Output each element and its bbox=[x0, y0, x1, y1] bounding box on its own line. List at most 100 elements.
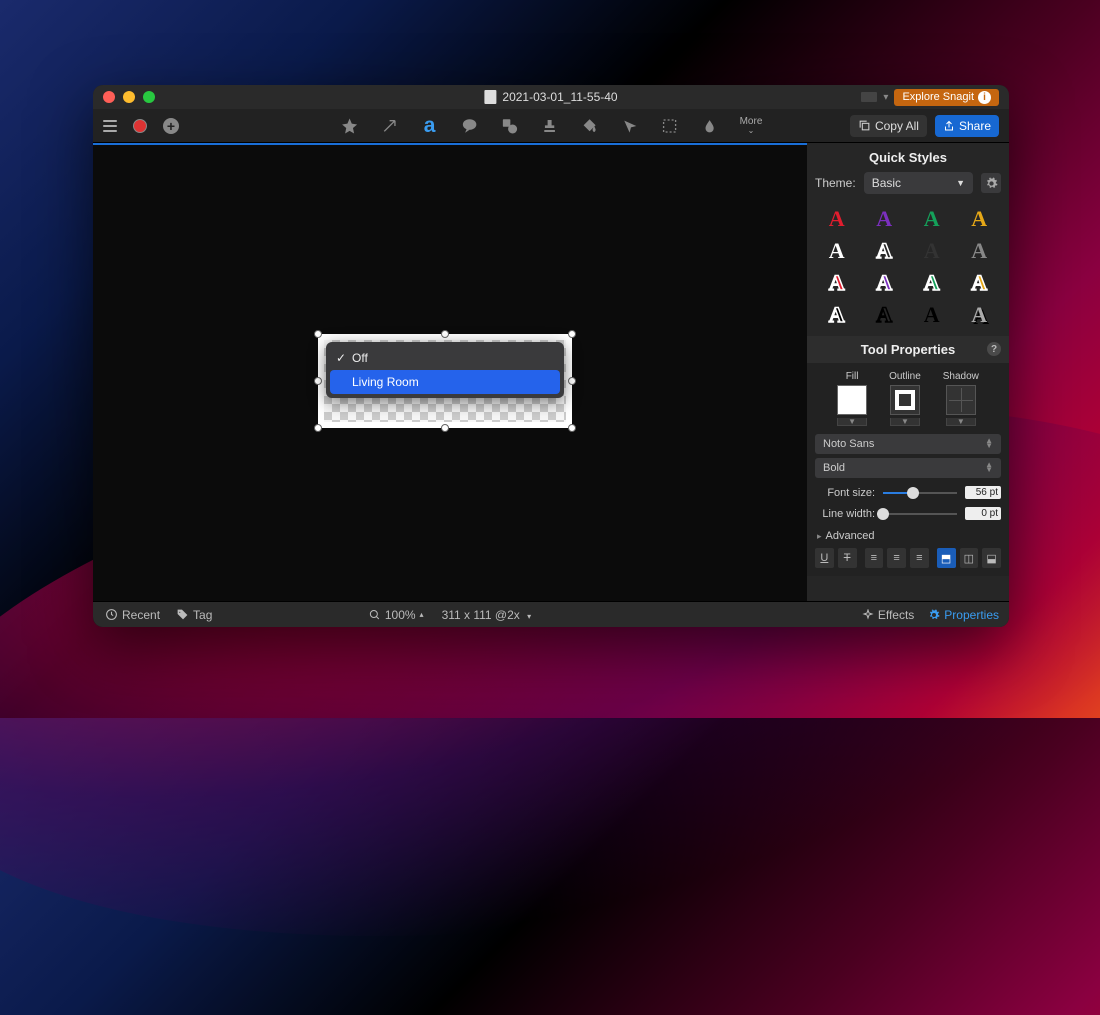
shape-tool[interactable] bbox=[500, 116, 520, 136]
valign-bottom-button[interactable]: ⬓ bbox=[982, 548, 1001, 568]
align-left-button[interactable]: ≡ bbox=[865, 548, 884, 568]
more-tools-menu[interactable]: More bbox=[740, 117, 763, 135]
statusbar: Recent Tag 100% ▴ 311 x 111 @2x ▾ bbox=[93, 601, 807, 627]
callout-tool[interactable] bbox=[460, 116, 480, 136]
effects-tab-label: Effects bbox=[878, 608, 914, 622]
side-panel-tabs: Effects Properties bbox=[807, 601, 1009, 627]
shadow-label: Shadow bbox=[943, 371, 979, 382]
menu-button[interactable] bbox=[103, 120, 117, 132]
quick-style-swatch[interactable]: A bbox=[964, 272, 996, 294]
font-family-select[interactable]: Noto Sans ▲▼ bbox=[815, 434, 1001, 454]
quick-styles-title: Quick Styles bbox=[807, 143, 1009, 172]
resize-handle-mr[interactable] bbox=[568, 377, 576, 385]
tag-button[interactable]: Tag bbox=[176, 608, 212, 622]
quick-style-swatch[interactable]: A bbox=[821, 240, 853, 262]
font-size-slider[interactable] bbox=[883, 492, 957, 494]
quick-style-swatch[interactable]: A bbox=[964, 304, 996, 326]
fill-color-swatch[interactable] bbox=[837, 385, 867, 415]
stamp-tool[interactable] bbox=[540, 116, 560, 136]
valign-middle-button[interactable]: ◫ bbox=[960, 548, 979, 568]
app-window: 2021-03-01_11-55-40 ▾ Explore Snagit i +… bbox=[93, 85, 1009, 627]
advanced-disclosure[interactable]: Advanced bbox=[807, 524, 1009, 548]
fill-more-button[interactable]: ▼ bbox=[837, 418, 867, 426]
favorites-tool[interactable] bbox=[340, 116, 360, 136]
move-tool[interactable] bbox=[620, 116, 640, 136]
dimensions-value: 311 x 111 @2x bbox=[442, 608, 520, 622]
quick-style-swatch[interactable]: A bbox=[869, 304, 901, 326]
menu-item[interactable]: Off bbox=[330, 346, 560, 370]
selection-tool[interactable] bbox=[660, 116, 680, 136]
canvas-dimensions[interactable]: 311 x 111 @2x ▾ bbox=[442, 608, 532, 622]
quick-style-swatch[interactable]: A bbox=[964, 240, 996, 262]
minimize-window-button[interactable] bbox=[123, 91, 135, 103]
blur-tool[interactable] bbox=[700, 116, 720, 136]
align-right-button[interactable]: ≡ bbox=[910, 548, 929, 568]
resize-handle-tr[interactable] bbox=[568, 330, 576, 338]
context-dropdown-menu: OffLiving Room bbox=[326, 342, 564, 398]
resize-handle-ml[interactable] bbox=[314, 377, 322, 385]
font-weight-value: Bold bbox=[823, 462, 845, 474]
line-width-slider[interactable] bbox=[883, 513, 957, 515]
outline-label: Outline bbox=[889, 371, 921, 382]
help-button[interactable]: ? bbox=[987, 342, 1001, 356]
outline-color-swatch[interactable] bbox=[890, 385, 920, 415]
fill-tool[interactable] bbox=[580, 116, 600, 136]
quick-style-swatch[interactable]: A bbox=[821, 208, 853, 230]
stepper-icon: ▲▼ bbox=[985, 439, 993, 449]
info-icon: i bbox=[978, 91, 991, 104]
properties-tab[interactable]: Properties bbox=[928, 608, 999, 622]
theme-settings-button[interactable] bbox=[981, 173, 1001, 193]
shadow-position-grid[interactable] bbox=[946, 385, 976, 415]
quick-style-swatch[interactable]: A bbox=[916, 240, 948, 262]
traffic-lights bbox=[103, 91, 155, 103]
maximize-window-button[interactable] bbox=[143, 91, 155, 103]
zoom-control[interactable]: 100% ▴ bbox=[369, 608, 424, 622]
tool-properties-title: Tool Properties ? bbox=[807, 336, 1009, 363]
record-button[interactable] bbox=[133, 119, 147, 133]
canvas-viewport[interactable]: OffLiving Room bbox=[93, 143, 807, 601]
quick-style-swatch[interactable]: A bbox=[821, 304, 853, 326]
fill-label: Fill bbox=[846, 371, 859, 382]
window-tab-thumbnail[interactable] bbox=[861, 92, 877, 102]
selected-canvas-object[interactable]: OffLiving Room bbox=[318, 334, 572, 428]
quick-style-swatch[interactable]: A bbox=[916, 272, 948, 294]
quick-style-swatch[interactable]: A bbox=[964, 208, 996, 230]
side-panel: Quick Styles Theme: Basic ▼ AAAAAAAAAAAA… bbox=[807, 143, 1009, 627]
theme-select[interactable]: Basic ▼ bbox=[864, 172, 973, 194]
quick-style-swatch[interactable]: A bbox=[869, 272, 901, 294]
resize-handle-br[interactable] bbox=[568, 424, 576, 432]
quick-style-swatch[interactable]: A bbox=[869, 240, 901, 262]
tag-label: Tag bbox=[193, 608, 212, 622]
underline-button[interactable]: U bbox=[815, 548, 834, 568]
copy-all-button[interactable]: Copy All bbox=[850, 115, 927, 137]
resize-handle-tm[interactable] bbox=[441, 330, 449, 338]
line-width-value[interactable]: 0 pt bbox=[965, 507, 1001, 520]
quick-style-swatch[interactable]: A bbox=[869, 208, 901, 230]
share-button[interactable]: Share bbox=[935, 115, 999, 137]
titlebar-menu-caret[interactable]: ▾ bbox=[883, 92, 888, 103]
align-center-button[interactable]: ≡ bbox=[887, 548, 906, 568]
quick-style-swatch[interactable]: A bbox=[916, 304, 948, 326]
effects-tab[interactable]: Effects bbox=[862, 608, 914, 622]
recent-button[interactable]: Recent bbox=[105, 608, 160, 622]
text-tool[interactable]: a bbox=[420, 116, 440, 136]
close-window-button[interactable] bbox=[103, 91, 115, 103]
copy-all-label: Copy All bbox=[875, 119, 919, 133]
arrow-tool[interactable] bbox=[380, 116, 400, 136]
quick-style-swatch[interactable]: A bbox=[821, 272, 853, 294]
menu-item[interactable]: Living Room bbox=[330, 370, 560, 394]
quick-style-swatch[interactable]: A bbox=[916, 208, 948, 230]
advanced-label: Advanced bbox=[826, 530, 875, 542]
new-capture-button[interactable]: + bbox=[163, 118, 179, 134]
font-weight-select[interactable]: Bold ▲▼ bbox=[815, 458, 1001, 478]
resize-handle-bm[interactable] bbox=[441, 424, 449, 432]
strikethrough-button[interactable]: T bbox=[838, 548, 857, 568]
titlebar: 2021-03-01_11-55-40 ▾ Explore Snagit i bbox=[93, 85, 1009, 109]
font-size-value[interactable]: 56 pt bbox=[965, 486, 1001, 499]
resize-handle-tl[interactable] bbox=[314, 330, 322, 338]
outline-more-button[interactable]: ▼ bbox=[890, 418, 920, 426]
explore-snagit-button[interactable]: Explore Snagit i bbox=[894, 89, 999, 106]
resize-handle-bl[interactable] bbox=[314, 424, 322, 432]
valign-top-button[interactable]: ⬒ bbox=[937, 548, 956, 568]
shadow-more-button[interactable]: ▼ bbox=[946, 418, 976, 426]
